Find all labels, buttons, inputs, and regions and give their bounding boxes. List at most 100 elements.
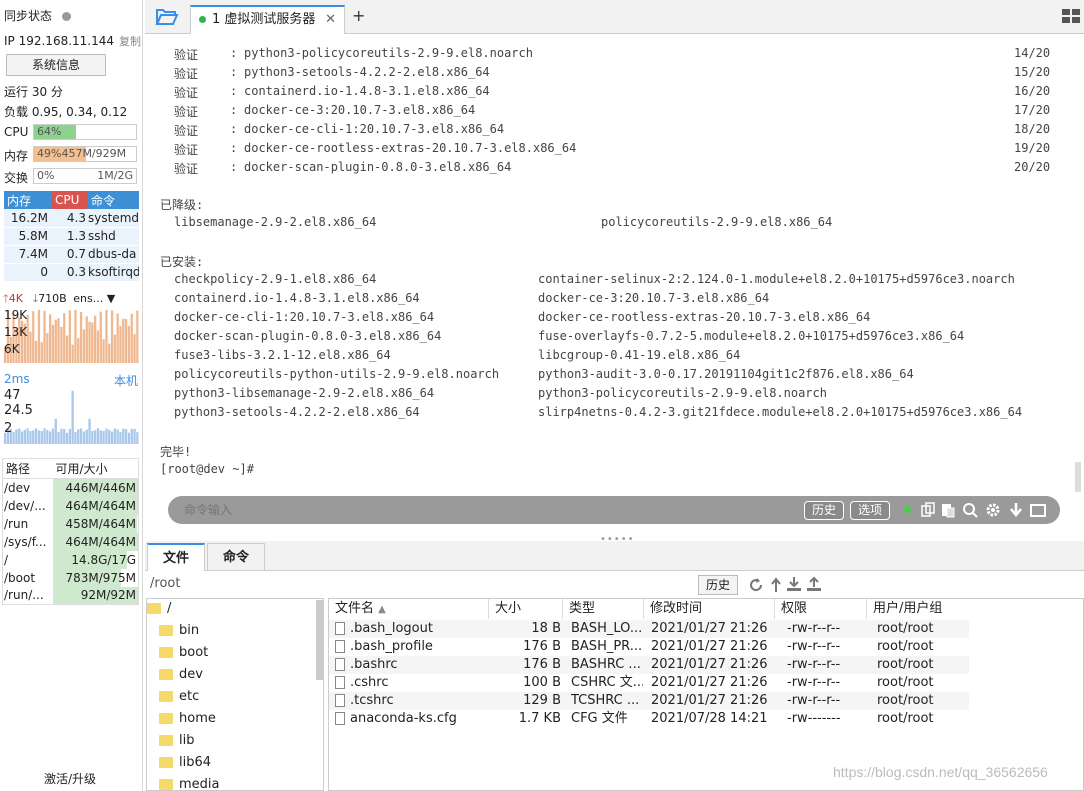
download-icon[interactable] (786, 576, 802, 592)
verify-package: python3-setools-4.2.2-2.el8.x86_64 (244, 65, 490, 79)
parent-dir-icon[interactable] (769, 577, 783, 593)
verify-colon: : (230, 160, 238, 174)
disk-row[interactable]: /boot 783M/975M (3, 568, 139, 587)
file-type-text: BASH_LO... (571, 621, 643, 636)
chevron-down-icon[interactable]: ▼ (107, 292, 115, 305)
file-icon (335, 622, 345, 635)
search-icon[interactable] (962, 502, 978, 518)
upload-icon[interactable] (806, 576, 822, 592)
tree-item[interactable]: etc (159, 689, 199, 704)
tree-item[interactable]: lib (159, 733, 194, 748)
path-history-button[interactable]: 历史 (698, 575, 738, 595)
file-icon (335, 640, 345, 653)
col-header-size[interactable]: 大小 (489, 599, 563, 619)
file-row[interactable]: .bashrc 176 B BASHRC ... 2021/01/27 21:26 -r… (329, 656, 969, 674)
lightning-icon[interactable] (900, 502, 916, 518)
activate-upgrade-link[interactable]: 激活/升级 (44, 770, 96, 787)
file-name: anaconda-ks.cfg (335, 710, 485, 728)
process-row[interactable]: 0 0.3 ksoftirqd (4, 263, 139, 282)
copy-ip-button[interactable]: 复制 (119, 35, 141, 48)
tab-session-1[interactable]: 1 虚拟测试服务器 ✕ (190, 5, 345, 34)
activity-bar (116, 313, 119, 363)
verify-colon: : (230, 65, 238, 79)
tree-item[interactable]: lib64 (159, 755, 211, 770)
system-info-button[interactable]: 系统信息 (6, 54, 106, 76)
command-input[interactable] (184, 501, 784, 519)
activity-bar (20, 431, 24, 444)
tree-item[interactable]: dev (159, 667, 203, 682)
sync-status: 同步状态 (4, 7, 72, 24)
terminal-scrollbar[interactable] (1075, 462, 1081, 492)
activity-bar (77, 338, 80, 363)
verify-package: docker-ce-rootless-extras-20.10.7-3.el8.… (244, 141, 577, 155)
disk-row[interactable]: /dev 446M/446M (3, 478, 139, 497)
activity-bar (136, 432, 139, 444)
file-icon (335, 712, 345, 725)
path-input[interactable]: /root (150, 576, 180, 591)
disk-row[interactable]: /dev/... 464M/464M (3, 496, 139, 515)
col-header-name[interactable]: 文件名 ▲ (329, 599, 489, 619)
ping-host[interactable]: 本机 (114, 372, 138, 389)
file-perm-text: -rw-r--r-- (787, 639, 841, 654)
ping-ylabel-1: 47 (4, 388, 21, 403)
disk-row[interactable]: /run/... 92M/92M (3, 586, 139, 605)
tree-item[interactable]: home (159, 711, 216, 726)
col-header-owner[interactable]: 用户/用户组 (867, 599, 977, 619)
file-row[interactable]: .cshrc 100 B CSHRC 文... 2021/01/27 21:26 -rw… (329, 674, 969, 692)
file-mtime: 2021/07/28 14:21 (651, 710, 771, 728)
file-size: 100 B (489, 674, 561, 692)
grid-layout-icon[interactable] (1062, 9, 1080, 23)
process-row[interactable]: 16.2M 4.3 systemd (4, 209, 139, 228)
process-row[interactable]: 5.8M 1.3 sshd (4, 227, 139, 246)
disk-row[interactable]: /sys/f... 464M/464M (3, 532, 139, 551)
proc-header-cpu[interactable]: CPU (52, 191, 88, 209)
activity-bar (29, 331, 32, 363)
add-tab-button[interactable]: + (352, 6, 365, 25)
tree-item[interactable]: boot (159, 645, 208, 660)
disk-header-size[interactable]: 可用/大小 (52, 458, 139, 479)
tree-root[interactable]: / (147, 601, 171, 616)
activity-bar (40, 430, 43, 444)
folder-open-icon[interactable] (155, 6, 179, 26)
col-header-perm[interactable]: 权限 (775, 599, 867, 619)
installed-package: fuse-overlayfs-0.7.2-5.module+el8.2.0+10… (538, 329, 965, 343)
history-button[interactable]: 历史 (804, 501, 844, 520)
tab-session-label: 1 虚拟测试服务器 (212, 12, 316, 27)
col-header-type[interactable]: 类型 (563, 599, 644, 619)
file-row[interactable]: .tcshrc 129 B TCSHRC ... 2021/01/27 21:26 -r… (329, 692, 969, 710)
file-icon (335, 694, 345, 707)
file-row[interactable]: anaconda-ks.cfg 1.7 KB CFG 文件 2021/07/28 14… (329, 710, 969, 728)
file-size-text: 1.7 KB (518, 711, 561, 726)
net-ylabel-1: 19K (4, 308, 28, 322)
activity-bar (94, 430, 97, 444)
installed-package: python3-audit-3.0-0.17.20191104git1c2f87… (538, 367, 914, 381)
gear-icon[interactable] (985, 502, 1001, 518)
file-row[interactable]: .bash_logout 18 B BASH_LO... 2021/01/27 21:… (329, 620, 969, 638)
disk-header-path[interactable]: 路径 (2, 458, 53, 479)
tree-item[interactable]: bin (159, 623, 199, 638)
tab-commands[interactable]: 命令 (207, 543, 265, 571)
maximize-icon[interactable] (1030, 502, 1046, 518)
refresh-icon[interactable] (748, 577, 764, 593)
network-interface[interactable]: ens... (73, 292, 103, 305)
disk-row[interactable]: / 14.8G/17G (3, 550, 139, 569)
tab-files[interactable]: 文件 (147, 543, 205, 571)
process-cmd: sshd (88, 227, 139, 246)
file-row[interactable]: .bash_profile 176 B BASH_PR... 2021/01/27 2… (329, 638, 969, 656)
arrow-down-icon[interactable] (1008, 502, 1024, 518)
tree-item[interactable]: media (159, 777, 220, 790)
close-icon[interactable]: ✕ (325, 7, 336, 33)
file-owner: root/root (877, 692, 967, 710)
proc-header-mem[interactable]: 内存 (4, 191, 52, 209)
verify-package: python3-policycoreutils-2.9-9.el8.noarch (244, 46, 533, 60)
process-row[interactable]: 7.4M 0.7 dbus-da (4, 245, 139, 264)
disk-row[interactable]: /run 458M/464M (3, 514, 139, 533)
col-header-mtime[interactable]: 修改时间 (644, 599, 775, 619)
proc-header-cmd[interactable]: 命令 (88, 191, 139, 209)
paste-icon[interactable] (940, 502, 956, 518)
copy-icon[interactable] (920, 502, 936, 518)
options-button[interactable]: 选项 (850, 501, 890, 520)
terminal-output[interactable]: 验证: python3-policycoreutils-2.9-9.el8.noa… (145, 34, 1084, 539)
file-size-text: 129 B (523, 693, 561, 708)
tree-scrollbar[interactable] (316, 600, 323, 680)
